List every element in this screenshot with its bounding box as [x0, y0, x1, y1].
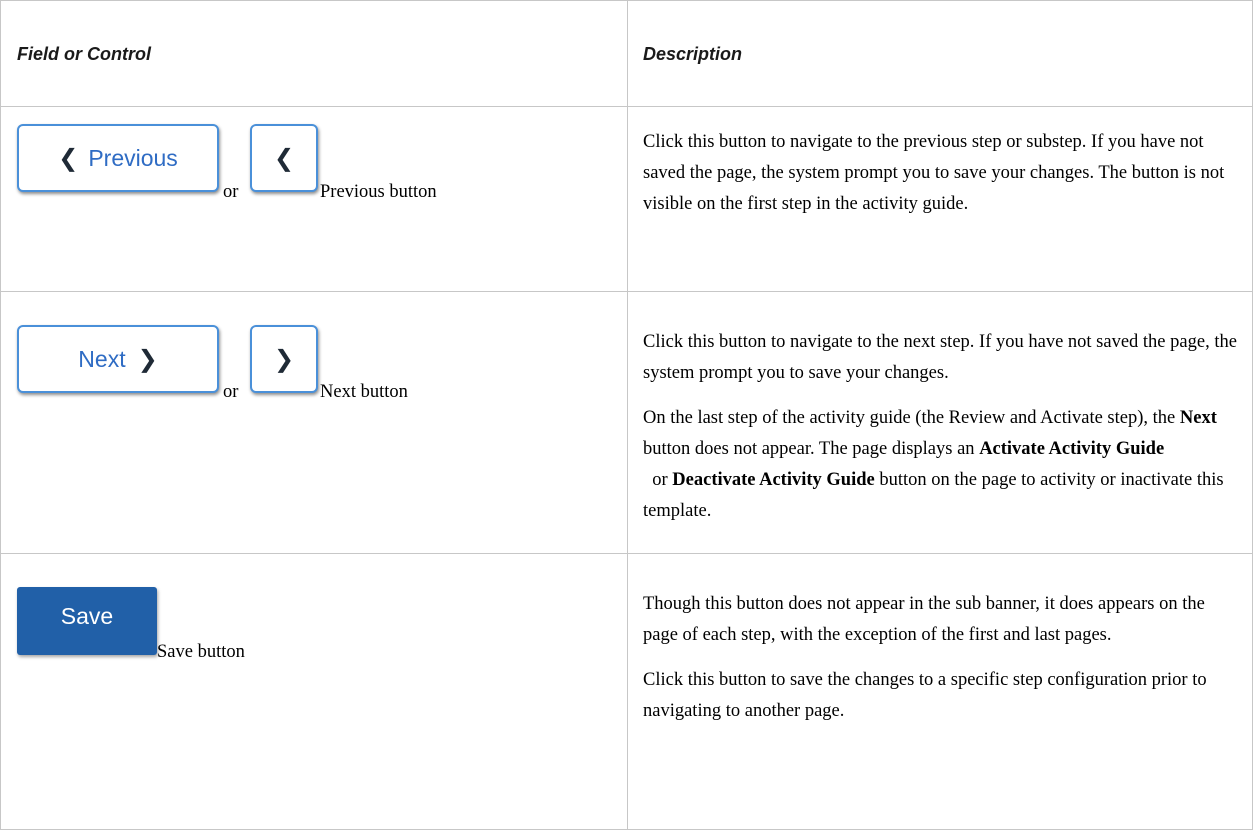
description-text: Though this button does not appear in th… [643, 594, 1205, 645]
description-cell-next: Click this button to navigate to the nex… [643, 327, 1240, 541]
or-separator: or [223, 382, 239, 402]
previous-button-caption: Previous button [320, 182, 437, 202]
next-button-wide[interactable]: Next ❯ [17, 325, 219, 393]
description-text-last-step: On the last step of the activity guide (… [643, 403, 1240, 527]
description-cell-previous: Click this button to navigate to the pre… [643, 127, 1240, 234]
description-text: Click this button to navigate to the nex… [643, 332, 1237, 383]
description-text: Click this button to save the changes to… [643, 670, 1207, 721]
next-button-label: Next [78, 345, 126, 372]
desc-text-part: On the last step of the activity guide (… [643, 408, 1180, 428]
previous-button-compact[interactable]: ❮ [250, 124, 318, 192]
previous-button-wide[interactable]: ❮ Previous [17, 124, 219, 192]
chevron-left-icon: ❮ [273, 144, 295, 172]
table-header-row: Field or Control Description [1, 1, 1252, 107]
next-button-compact[interactable]: ❯ [250, 325, 318, 393]
table-row-previous: ❮ Previous or ❮ Previous button Click th… [1, 107, 1252, 292]
chevron-right-icon: ❯ [273, 345, 295, 373]
next-bold-text: Next [1179, 408, 1217, 428]
or-separator: or [223, 182, 239, 202]
deactivate-bold-text: Deactivate Activity Guide [672, 470, 875, 490]
header-description: Description [643, 44, 743, 64]
previous-button-label: Previous [88, 144, 178, 171]
save-button-caption: Save button [157, 642, 245, 662]
save-button[interactable]: Save [17, 587, 157, 655]
activate-bold-text: Activate Activity Guide [979, 439, 1165, 459]
desc-text-part: or [643, 470, 673, 490]
chevron-right-icon: ❯ [137, 345, 158, 373]
chevron-left-icon: ❮ [58, 144, 79, 172]
field-description-table: Field or Control Description ❮ Previous … [0, 0, 1253, 830]
description-text: Click this button to navigate to the pre… [643, 132, 1225, 214]
header-field-or-control: Field or Control [17, 44, 151, 64]
description-cell-save: Though this button does not appear in th… [643, 589, 1240, 741]
table-row-next: Next ❯ or ❯ Next button Click this butto… [1, 292, 1252, 554]
next-button-caption: Next button [320, 382, 408, 402]
table-row-save: Save Save button Though this button does… [1, 554, 1252, 830]
desc-text-part: button does not appear. The page display… [643, 439, 980, 459]
